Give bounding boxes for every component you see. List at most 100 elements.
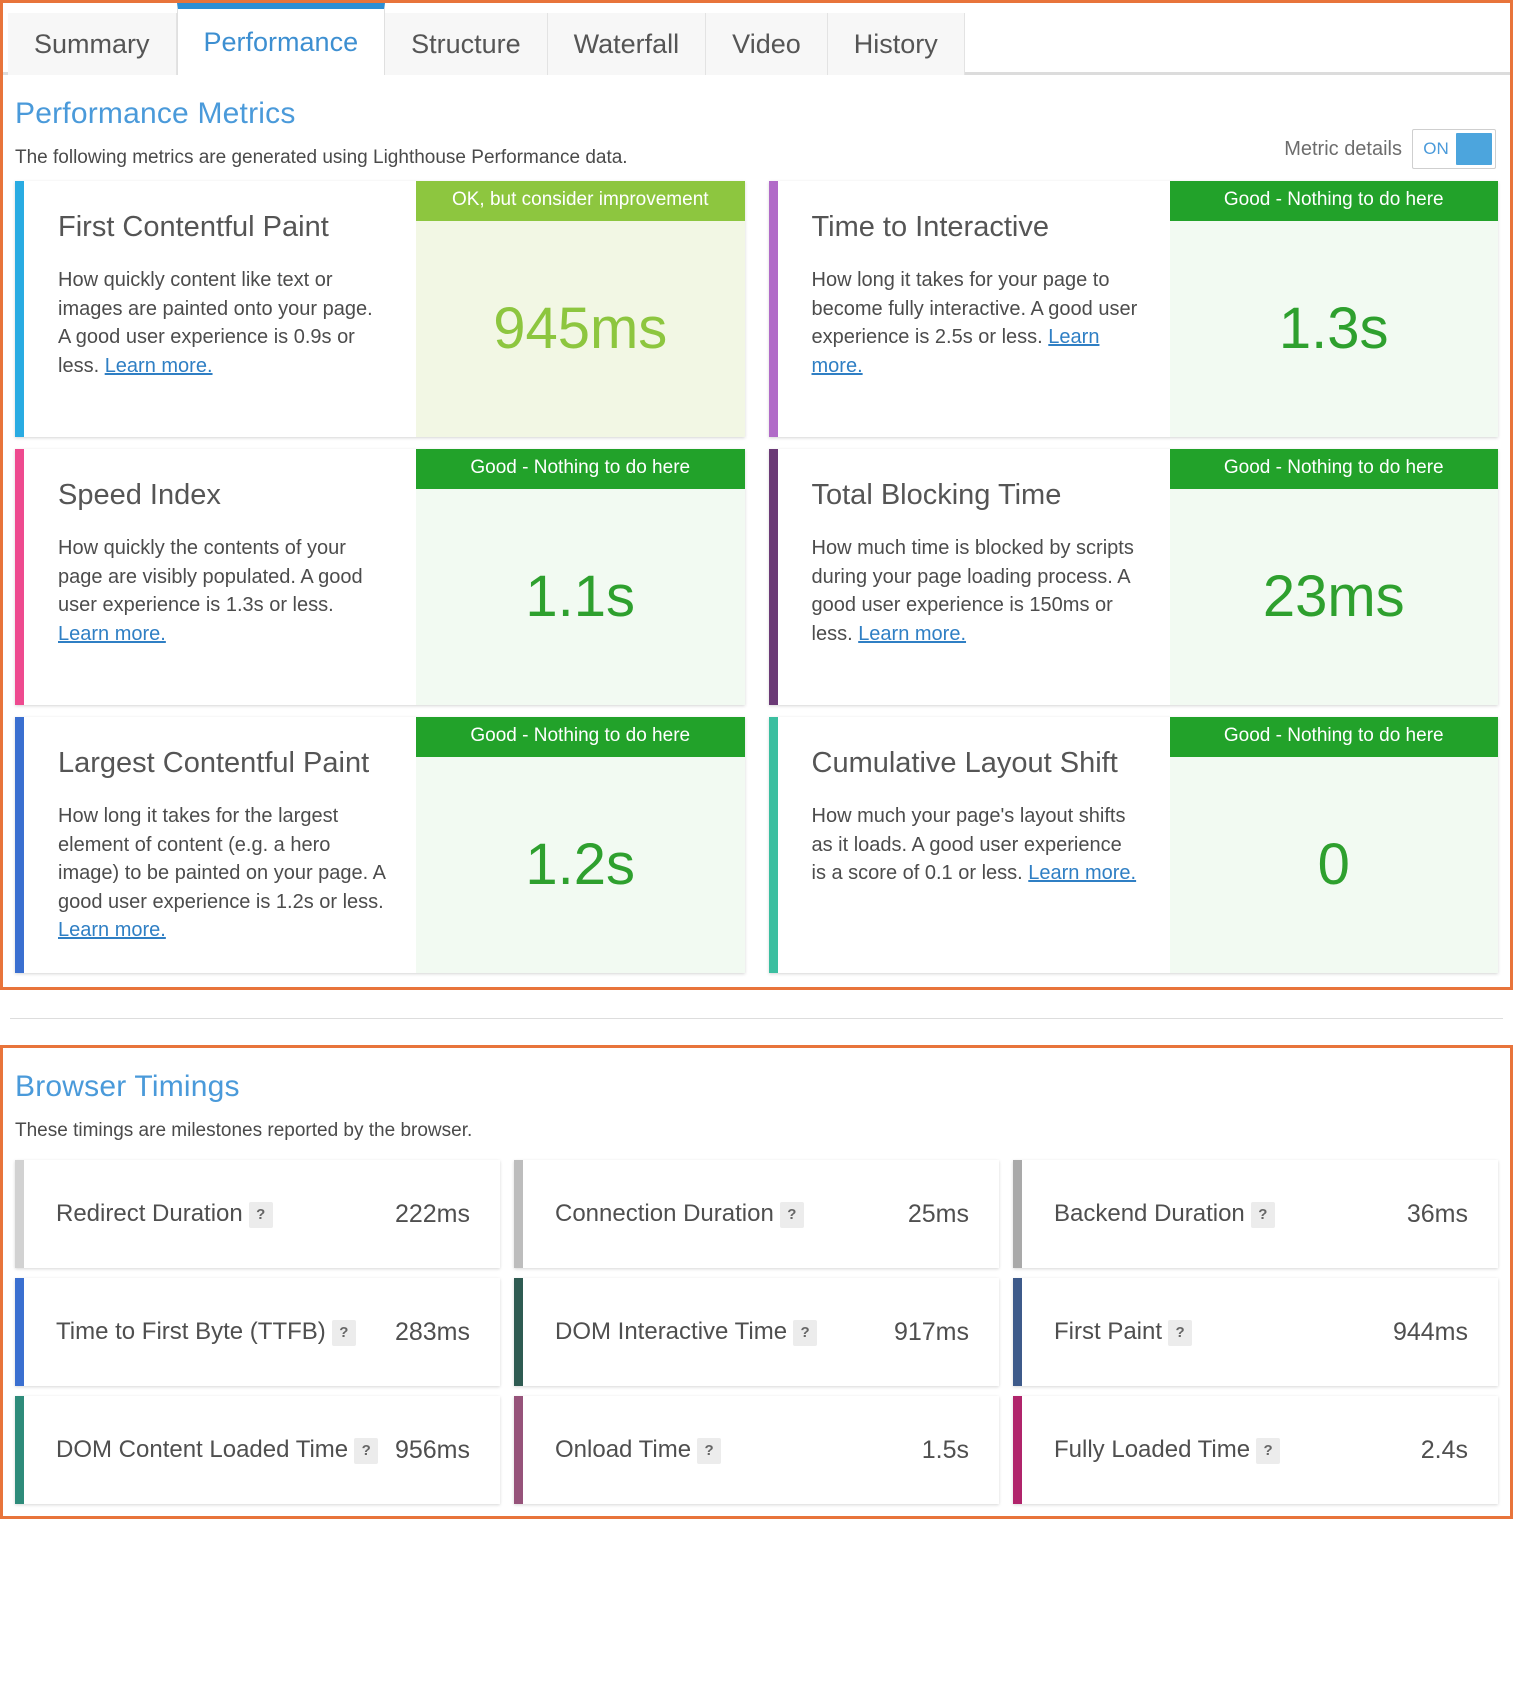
metric-value-container: 945ms <box>416 221 745 437</box>
performance-panel: SummaryPerformanceStructureWaterfallVide… <box>0 0 1513 990</box>
metric-info: Speed Index How quickly the contents of y… <box>24 449 416 705</box>
metric-description: How quickly the contents of your page ar… <box>58 534 388 648</box>
timing-card: Time to First Byte (TTFB)? 283ms <box>15 1278 500 1386</box>
metric-score: Good - Nothing to do here 1.1s <box>416 449 745 705</box>
metric-card: First Contentful Paint How quickly conten… <box>15 181 745 437</box>
status-badge: Good - Nothing to do here <box>1170 449 1499 489</box>
metric-description: How long it takes for your page to becom… <box>812 266 1142 380</box>
performance-metric-grid: First Contentful Paint How quickly conten… <box>3 169 1510 987</box>
metric-value-container: 0 <box>1170 757 1499 973</box>
metric-value-container: 1.1s <box>416 489 745 705</box>
help-icon[interactable]: ? <box>1256 1438 1280 1464</box>
metric-title: Total Blocking Time <box>812 479 1142 512</box>
timing-label: Fully Loaded Time? <box>1054 1434 1280 1466</box>
metric-description: How much your page's layout shifts as it… <box>812 802 1142 887</box>
metric-details-label: Metric details <box>1284 138 1402 161</box>
timing-card: DOM Interactive Time? 917ms <box>514 1278 999 1386</box>
timing-label-text: Fully Loaded Time <box>1054 1436 1250 1463</box>
metric-title: First Contentful Paint <box>58 211 388 244</box>
status-badge: Good - Nothing to do here <box>1170 181 1499 221</box>
tab-structure[interactable]: Structure <box>385 13 548 75</box>
timing-label: DOM Content Loaded Time? <box>56 1434 378 1466</box>
learn-more-link[interactable]: Learn more. <box>58 919 166 941</box>
timing-value: 283ms <box>395 1318 470 1347</box>
tab-history[interactable]: History <box>828 13 965 75</box>
metric-description: How much time is blocked by scripts duri… <box>812 534 1142 648</box>
help-icon[interactable]: ? <box>793 1320 817 1346</box>
timing-value: 944ms <box>1393 1318 1468 1347</box>
timing-value: 917ms <box>894 1318 969 1347</box>
timing-label: Onload Time? <box>555 1434 721 1466</box>
help-icon[interactable]: ? <box>1251 1202 1275 1228</box>
metric-title: Cumulative Layout Shift <box>812 747 1142 780</box>
metric-details-toggle[interactable]: ON <box>1412 129 1496 169</box>
metric-card: Time to InteractiveHow long it takes for… <box>769 181 1499 437</box>
timing-card: First Paint? 944ms <box>1013 1278 1498 1386</box>
help-icon[interactable]: ? <box>697 1438 721 1464</box>
metric-value: 1.1s <box>525 568 635 626</box>
metric-card: Cumulative Layout Shift How much your pag… <box>769 717 1499 973</box>
tab-video[interactable]: Video <box>706 13 828 75</box>
timing-card: DOM Content Loaded Time?956ms <box>15 1396 500 1504</box>
page-title: Performance Metrics <box>3 75 1510 131</box>
metric-title: Speed Index <box>58 479 388 512</box>
tab-bar: SummaryPerformanceStructureWaterfallVide… <box>3 3 1510 75</box>
metric-card: Total Blocking Time How much time is bloc… <box>769 449 1499 705</box>
metric-value-container: 1.3s <box>1170 221 1499 437</box>
metric-info: Cumulative Layout Shift How much your pag… <box>778 717 1170 973</box>
tab-waterfall[interactable]: Waterfall <box>548 13 707 75</box>
timing-value: 2.4s <box>1421 1436 1468 1465</box>
timing-label: Connection Duration? <box>555 1198 804 1230</box>
timing-value: 1.5s <box>922 1436 969 1465</box>
learn-more-link[interactable]: Learn more. <box>1028 862 1136 884</box>
metric-score: Good - Nothing to do here23ms <box>1170 449 1499 705</box>
timing-label-text: Redirect Duration <box>56 1200 243 1227</box>
tab-summary[interactable]: Summary <box>8 13 177 75</box>
timing-label-text: DOM Interactive Time <box>555 1318 787 1345</box>
metric-info: Total Blocking Time How much time is bloc… <box>778 449 1170 705</box>
learn-more-link[interactable]: Learn more. <box>105 355 213 377</box>
metric-description: How quickly content like text or images … <box>58 266 388 380</box>
help-icon[interactable]: ? <box>332 1320 356 1346</box>
help-icon[interactable]: ? <box>354 1438 378 1464</box>
browser-timings-title: Browser Timings <box>3 1048 1510 1104</box>
section-divider <box>10 1018 1503 1019</box>
timing-value: 36ms <box>1407 1200 1468 1229</box>
help-icon[interactable]: ? <box>780 1202 804 1228</box>
metric-score: Good - Nothing to do here 1.3s <box>1170 181 1499 437</box>
timing-label: DOM Interactive Time? <box>555 1316 817 1348</box>
learn-more-link[interactable]: Learn more. <box>858 623 966 645</box>
toggle-knob[interactable] <box>1456 133 1492 165</box>
timing-value: 222ms <box>395 1200 470 1229</box>
learn-more-link[interactable]: Learn more. <box>58 623 166 645</box>
metric-score: Good - Nothing to do here0 <box>1170 717 1499 973</box>
tab-performance[interactable]: Performance <box>177 3 386 75</box>
metric-card: Speed Index How quickly the contents of y… <box>15 449 745 705</box>
metric-details-toggle-state: ON <box>1416 139 1456 159</box>
timing-card: Fully Loaded Time? 2.4s <box>1013 1396 1498 1504</box>
help-icon[interactable]: ? <box>1168 1320 1192 1346</box>
metric-title: Largest Contentful Paint <box>58 747 388 780</box>
browser-timings-grid: Redirect Duration? 222ms Connection Durati… <box>3 1142 1510 1516</box>
metric-value: 945ms <box>493 300 667 358</box>
timing-label-text: Backend Duration <box>1054 1200 1245 1227</box>
metric-value: 0 <box>1318 836 1350 894</box>
timing-label-text: Time to First Byte (TTFB) <box>56 1318 326 1345</box>
metric-details-control: Metric details ON <box>1284 129 1496 169</box>
status-badge: OK, but consider improvement <box>416 181 745 221</box>
timing-card: Connection Duration? 25ms <box>514 1160 999 1268</box>
timing-card: Onload Time? 1.5s <box>514 1396 999 1504</box>
metric-info: Largest Contentful PaintHow long it take… <box>24 717 416 973</box>
browser-timings-panel: Browser Timings These timings are milest… <box>0 1045 1513 1519</box>
metric-value-container: 1.2s <box>416 757 745 973</box>
timing-label-text: DOM Content Loaded Time <box>56 1436 348 1463</box>
timing-card: Backend Duration? 36ms <box>1013 1160 1498 1268</box>
status-badge: Good - Nothing to do here <box>416 449 745 489</box>
timing-label-text: First Paint <box>1054 1318 1162 1345</box>
timing-value: 25ms <box>908 1200 969 1229</box>
metric-value: 1.3s <box>1279 300 1389 358</box>
metric-score: OK, but consider improvement 945ms <box>416 181 745 437</box>
timing-label: First Paint? <box>1054 1316 1192 1348</box>
metric-score: Good - Nothing to do here1.2s <box>416 717 745 973</box>
help-icon[interactable]: ? <box>249 1202 273 1228</box>
